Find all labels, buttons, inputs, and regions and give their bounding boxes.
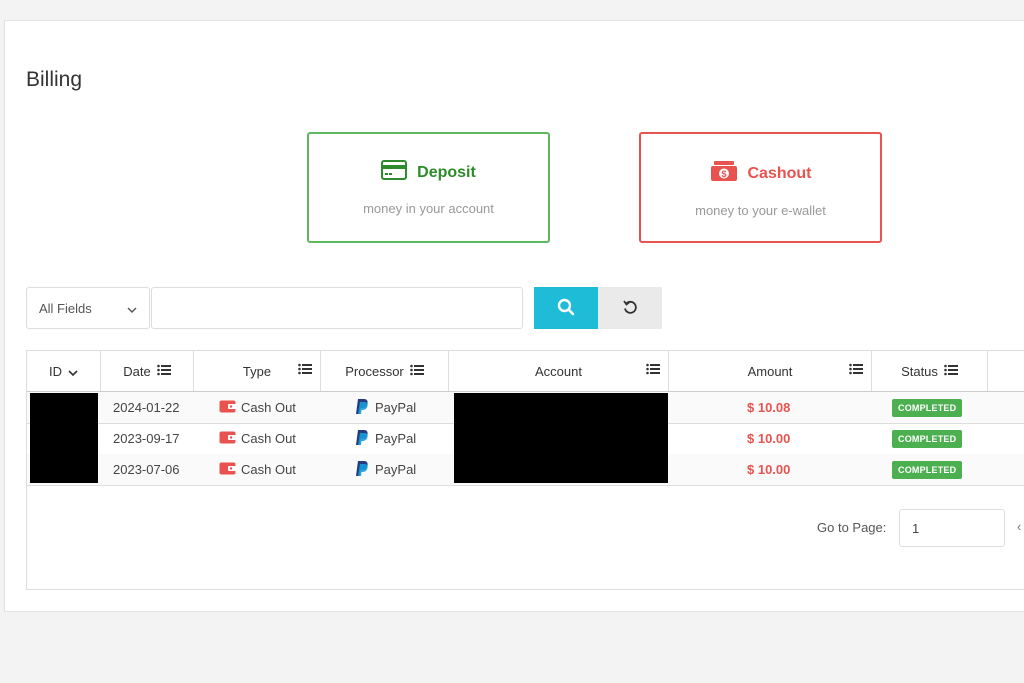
row-amount: $ 10.00: [747, 431, 791, 446]
cashout-label: Cashout: [747, 164, 812, 182]
billing-table: ID Date Type Processor Account Amount St…: [26, 350, 1024, 590]
field-select-value: All Fields: [39, 300, 92, 316]
row-status: COMPLETED: [892, 454, 963, 485]
svg-text:$: $: [721, 169, 726, 179]
row-date: 2024-01-22: [113, 400, 180, 415]
row-date: 2023-07-06: [113, 462, 180, 477]
status-badge: COMPLETED: [892, 398, 963, 417]
deposit-label: Deposit: [417, 163, 476, 181]
column-header-id[interactable]: ID: [27, 351, 101, 391]
deposit-subtitle: money in your account: [363, 201, 494, 216]
redacted-id-block: [30, 393, 98, 483]
field-select[interactable]: All Fields: [26, 287, 150, 329]
page-number-input[interactable]: [899, 509, 1005, 547]
row-processor: PayPal: [355, 392, 416, 423]
reset-icon: [622, 299, 638, 318]
row-amount: $ 10.08: [747, 400, 791, 415]
deposit-button[interactable]: Deposit money in your account: [307, 132, 550, 243]
status-badge: COMPLETED: [892, 429, 963, 448]
list-icon[interactable]: [944, 364, 958, 379]
column-header-type[interactable]: Type: [194, 351, 321, 391]
list-icon[interactable]: [409, 364, 424, 379]
reset-button[interactable]: [598, 287, 662, 329]
credit-card-icon: [381, 160, 408, 185]
status-badge: COMPLETED: [892, 460, 963, 479]
redacted-account-block: [454, 393, 668, 483]
wallet-icon: [219, 400, 236, 416]
wallet-icon: [219, 431, 236, 447]
cashout-button[interactable]: $ Cashout money to your e-wallet: [639, 132, 882, 243]
cashout-subtitle: money to your e-wallet: [695, 203, 826, 218]
row-amount: $ 10.00: [747, 462, 791, 477]
column-header-date[interactable]: Date: [101, 351, 194, 391]
pager-label: Go to Page:: [817, 520, 887, 535]
column-header-status[interactable]: Status: [872, 351, 988, 391]
column-header-amount[interactable]: Amount: [669, 351, 872, 391]
chevron-down-icon: [127, 301, 137, 316]
prev-page-icon[interactable]: ‹: [1017, 519, 1021, 534]
money-icon: $: [710, 160, 738, 187]
row-processor: PayPal: [355, 454, 416, 485]
row-status: COMPLETED: [892, 423, 963, 454]
page-title: Billing: [26, 68, 83, 91]
row-processor: PayPal: [355, 423, 416, 454]
search-button[interactable]: [534, 287, 598, 329]
chevron-down-icon: [68, 364, 78, 379]
column-header-processor[interactable]: Processor: [321, 351, 449, 391]
search-input[interactable]: [151, 287, 523, 329]
list-icon[interactable]: [298, 363, 312, 378]
paypal-icon: [355, 460, 368, 479]
list-icon[interactable]: [646, 363, 660, 378]
list-icon[interactable]: [849, 363, 863, 378]
search-icon: [557, 298, 575, 319]
row-type: Cash Out: [219, 392, 296, 423]
row-status: COMPLETED: [892, 392, 963, 423]
list-icon[interactable]: [156, 364, 171, 379]
row-type: Cash Out: [219, 423, 296, 454]
table-header: ID Date Type Processor Account Amount St…: [27, 351, 1024, 392]
column-header-account[interactable]: Account: [449, 351, 669, 391]
paypal-icon: [355, 429, 368, 448]
row-type: Cash Out: [219, 454, 296, 485]
wallet-icon: [219, 462, 236, 478]
row-date: 2023-09-17: [113, 431, 180, 446]
paypal-icon: [355, 398, 368, 417]
